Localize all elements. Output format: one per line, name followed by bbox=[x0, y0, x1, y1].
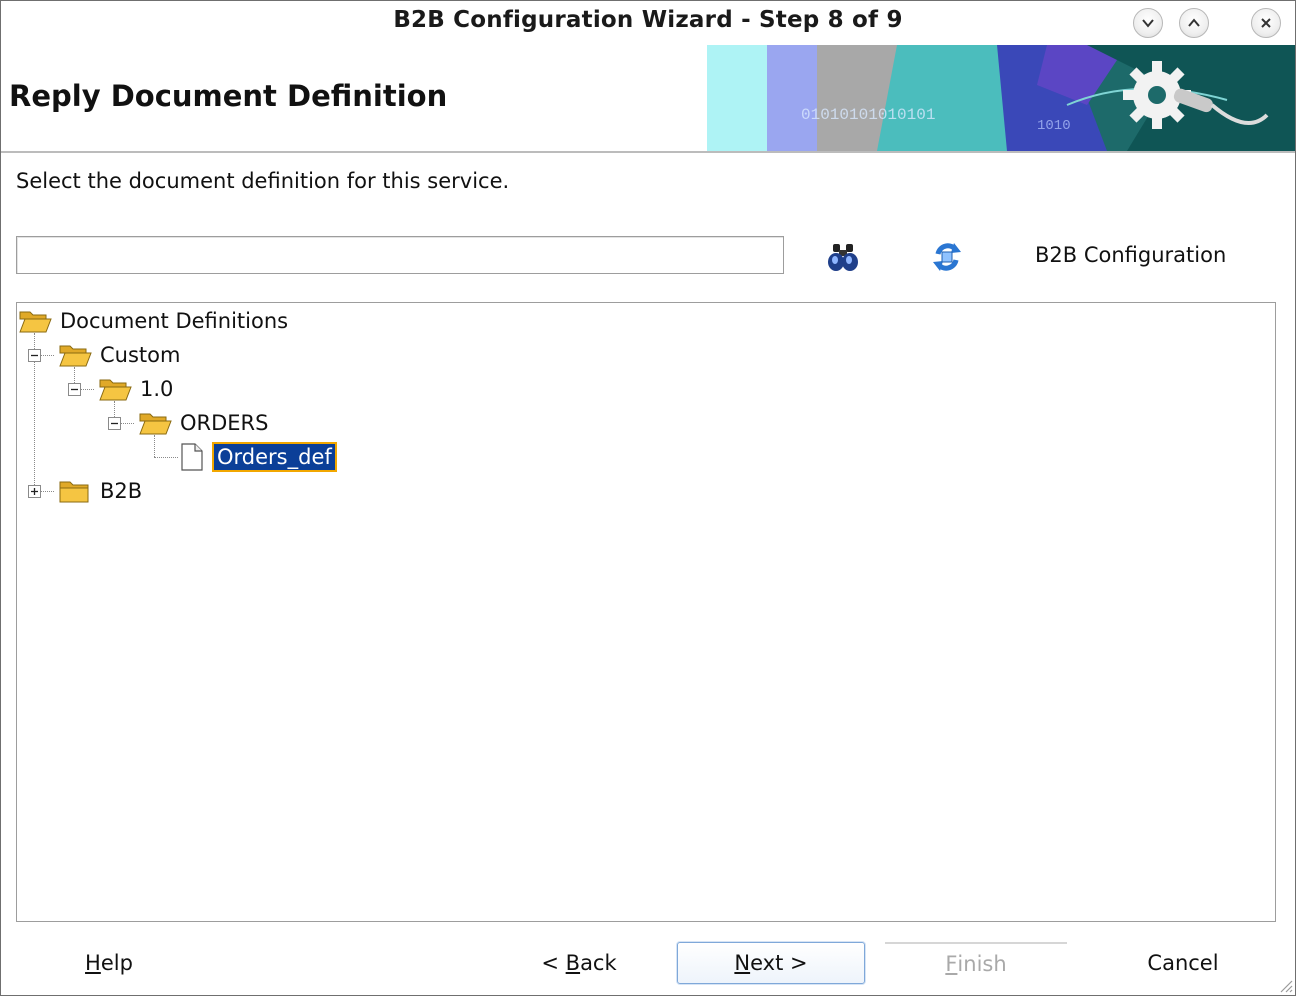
b2b-configuration-label: B2B Configuration bbox=[1035, 243, 1227, 267]
tree-connector bbox=[154, 457, 178, 458]
tree-label: ORDERS bbox=[180, 411, 269, 435]
tree-node-orders[interactable]: ORDERS bbox=[138, 408, 271, 438]
document-icon bbox=[181, 443, 203, 471]
maximize-button[interactable] bbox=[1179, 8, 1209, 38]
minus-icon bbox=[111, 422, 118, 425]
refresh-button[interactable] bbox=[927, 237, 967, 277]
expander-custom[interactable] bbox=[28, 349, 41, 362]
open-folder-icon bbox=[59, 345, 92, 367]
banner-text-1: 01010101010101 bbox=[801, 106, 935, 124]
next-mnemonic: N bbox=[734, 951, 751, 975]
wizard-header: Reply Document Definition 01010101010101… bbox=[1, 45, 1295, 153]
finish-mnemonic: F bbox=[945, 952, 958, 976]
help-label-rest: elp bbox=[100, 951, 133, 975]
tree-label-selected: Orders_def bbox=[212, 442, 337, 472]
header-banner: 01010101010101 1010 bbox=[707, 45, 1295, 151]
expander-version[interactable] bbox=[68, 383, 81, 396]
help-button[interactable]: Help bbox=[71, 942, 147, 984]
open-folder-icon bbox=[139, 413, 172, 435]
tree-node-orders-def[interactable]: Orders_def bbox=[180, 442, 337, 472]
open-folder-icon bbox=[19, 311, 52, 333]
document-definition-tree: Document Definitions Custom 1.0 ORDERS O… bbox=[16, 302, 1276, 922]
search-input[interactable] bbox=[16, 236, 784, 274]
close-icon bbox=[1261, 18, 1271, 28]
tree-node-b2b[interactable]: B2B bbox=[58, 476, 145, 506]
plus-icon bbox=[31, 488, 38, 495]
back-prefix: < bbox=[541, 951, 566, 975]
back-mnemonic: B bbox=[565, 951, 581, 975]
back-button[interactable]: < Back bbox=[527, 942, 631, 984]
wizard-window: B2B Configuration Wizard - Step 8 of 9 R… bbox=[0, 0, 1296, 996]
minus-icon bbox=[31, 354, 38, 357]
tree-connector bbox=[154, 435, 155, 457]
cancel-button[interactable]: Cancel bbox=[1131, 942, 1235, 984]
tree-label: Custom bbox=[100, 343, 181, 367]
help-mnemonic: H bbox=[85, 951, 101, 975]
binoculars-icon bbox=[828, 244, 858, 271]
instruction-text: Select the document definition for this … bbox=[16, 169, 510, 193]
minus-icon bbox=[71, 388, 78, 391]
expander-orders[interactable] bbox=[108, 417, 121, 430]
tree-label: B2B bbox=[100, 479, 143, 503]
tree-node-version[interactable]: 1.0 bbox=[98, 374, 176, 404]
tree-node-custom[interactable]: Custom bbox=[58, 340, 183, 370]
window-title: B2B Configuration Wizard - Step 8 of 9 bbox=[393, 7, 903, 33]
finish-button: Finish bbox=[885, 942, 1067, 984]
next-button[interactable]: Next > bbox=[677, 942, 865, 984]
tree-node-document-definitions[interactable]: Document Definitions bbox=[18, 306, 291, 336]
chevron-up-icon bbox=[1188, 18, 1200, 27]
next-label-rest: ext > bbox=[750, 951, 808, 975]
close-button[interactable] bbox=[1251, 8, 1281, 38]
tree-label: 1.0 bbox=[140, 377, 174, 401]
title-bar: B2B Configuration Wizard - Step 8 of 9 bbox=[1, 1, 1295, 45]
finish-label-rest: inish bbox=[957, 952, 1007, 976]
folder-icon bbox=[59, 481, 89, 503]
banner-graphic: 01010101010101 1010 bbox=[707, 45, 1295, 151]
chevron-down-icon bbox=[1142, 19, 1154, 28]
tree-label: Document Definitions bbox=[60, 309, 289, 333]
minimize-button[interactable] bbox=[1133, 8, 1163, 38]
banner-text-2: 1010 bbox=[1037, 118, 1071, 134]
page-title: Reply Document Definition bbox=[9, 79, 448, 113]
expander-b2b[interactable] bbox=[28, 485, 41, 498]
resize-grip-icon[interactable] bbox=[1277, 977, 1293, 993]
refresh-icon bbox=[933, 243, 961, 271]
open-folder-icon bbox=[99, 379, 132, 401]
back-label-rest: ack bbox=[580, 951, 617, 975]
search-button[interactable] bbox=[823, 237, 863, 277]
